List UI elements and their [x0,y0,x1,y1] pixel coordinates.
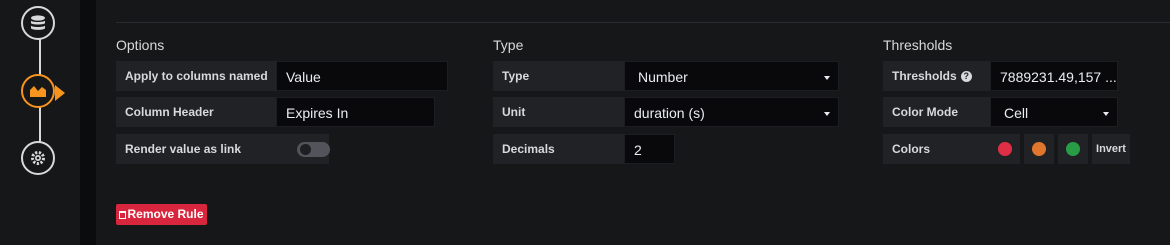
help-icon[interactable]: ? [960,71,972,83]
area-chart-icon [30,86,46,97]
column-header-label: Column Header [116,97,277,127]
color-dot [1066,142,1080,156]
type-select[interactable]: Number [624,61,839,91]
render-as-link-label: Render value as link [116,134,277,164]
color-swatch-3[interactable] [1058,134,1088,164]
apply-to-columns-input[interactable]: Value [276,61,448,91]
chevron-down-icon [1103,112,1109,116]
queries-step[interactable] [21,6,55,40]
color-mode-select-value: Cell [1004,105,1029,121]
color-mode-select[interactable]: Cell [990,97,1118,127]
invert-button[interactable]: Invert [1092,134,1130,164]
decimals-label: Decimals [493,134,624,164]
type-select-value: Number [638,69,688,85]
decimals-input[interactable]: 2 [624,134,675,164]
gear-icon [31,151,45,165]
column-header-input[interactable]: Expires In [276,97,435,127]
remove-rule-button[interactable]: Remove Rule [116,204,207,225]
color-dot [1032,142,1046,156]
visualization-step[interactable] [21,74,65,108]
color-swatch-2[interactable] [1024,134,1054,164]
column-style-editor: Options Apply to columns named Value Col… [96,0,1170,245]
color-dot [998,142,1012,156]
render-as-link-toggle[interactable] [297,142,330,157]
unit-select-value: duration (s) [634,105,705,121]
editor-sidebar [0,0,80,245]
general-settings-step[interactable] [21,141,55,175]
thresholds-label-text: Thresholds [892,69,957,83]
apply-to-columns-label: Apply to columns named [116,61,277,91]
color-swatch-1[interactable] [990,134,1020,164]
type-label: Type [493,61,624,91]
thresholds-label: Thresholds? [883,61,990,91]
unit-select[interactable]: duration (s) [624,97,839,127]
thresholds-title: Thresholds [883,37,953,53]
unit-label: Unit [493,97,624,127]
chevron-down-icon [824,76,830,80]
remove-rule-label: Remove Rule [127,207,204,221]
render-as-link-toggle-wrap [277,134,330,164]
top-divider [116,22,1170,23]
type-title: Type [493,37,524,53]
options-title: Options [116,37,165,53]
trash-icon [119,211,127,219]
database-icon [31,15,45,30]
toggle-knob [300,144,311,155]
colors-label: Colors [883,134,990,164]
chevron-down-icon [824,112,830,116]
color-mode-label: Color Mode [883,97,990,127]
thresholds-input[interactable]: 7889231.49,157 ... [990,61,1118,91]
